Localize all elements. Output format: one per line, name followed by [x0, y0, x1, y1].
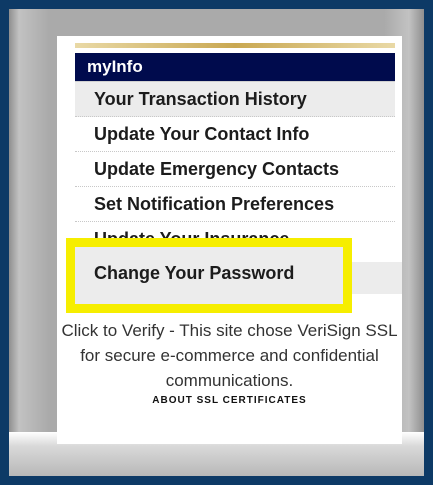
menu-item-row-background — [352, 262, 402, 294]
gold-divider — [75, 43, 395, 48]
myinfo-menu: myInfo Your Transaction History Update Y… — [75, 53, 395, 242]
menu-item-update-contact-info[interactable]: Update Your Contact Info — [75, 117, 395, 152]
menu-item-set-notification-preferences[interactable]: Set Notification Preferences — [75, 187, 395, 222]
about-ssl-link[interactable]: ABOUT SSL CERTIFICATES — [57, 395, 402, 406]
menu-item-update-emergency-contacts[interactable]: Update Emergency Contacts — [75, 152, 395, 187]
menu-header: myInfo — [75, 53, 395, 81]
menu-item-transaction-history[interactable]: Your Transaction History — [75, 81, 395, 117]
ssl-verify-text[interactable]: Click to Verify - This site chose VeriSi… — [57, 318, 402, 393]
menu-item-change-password[interactable]: Change Your Password — [94, 263, 294, 284]
